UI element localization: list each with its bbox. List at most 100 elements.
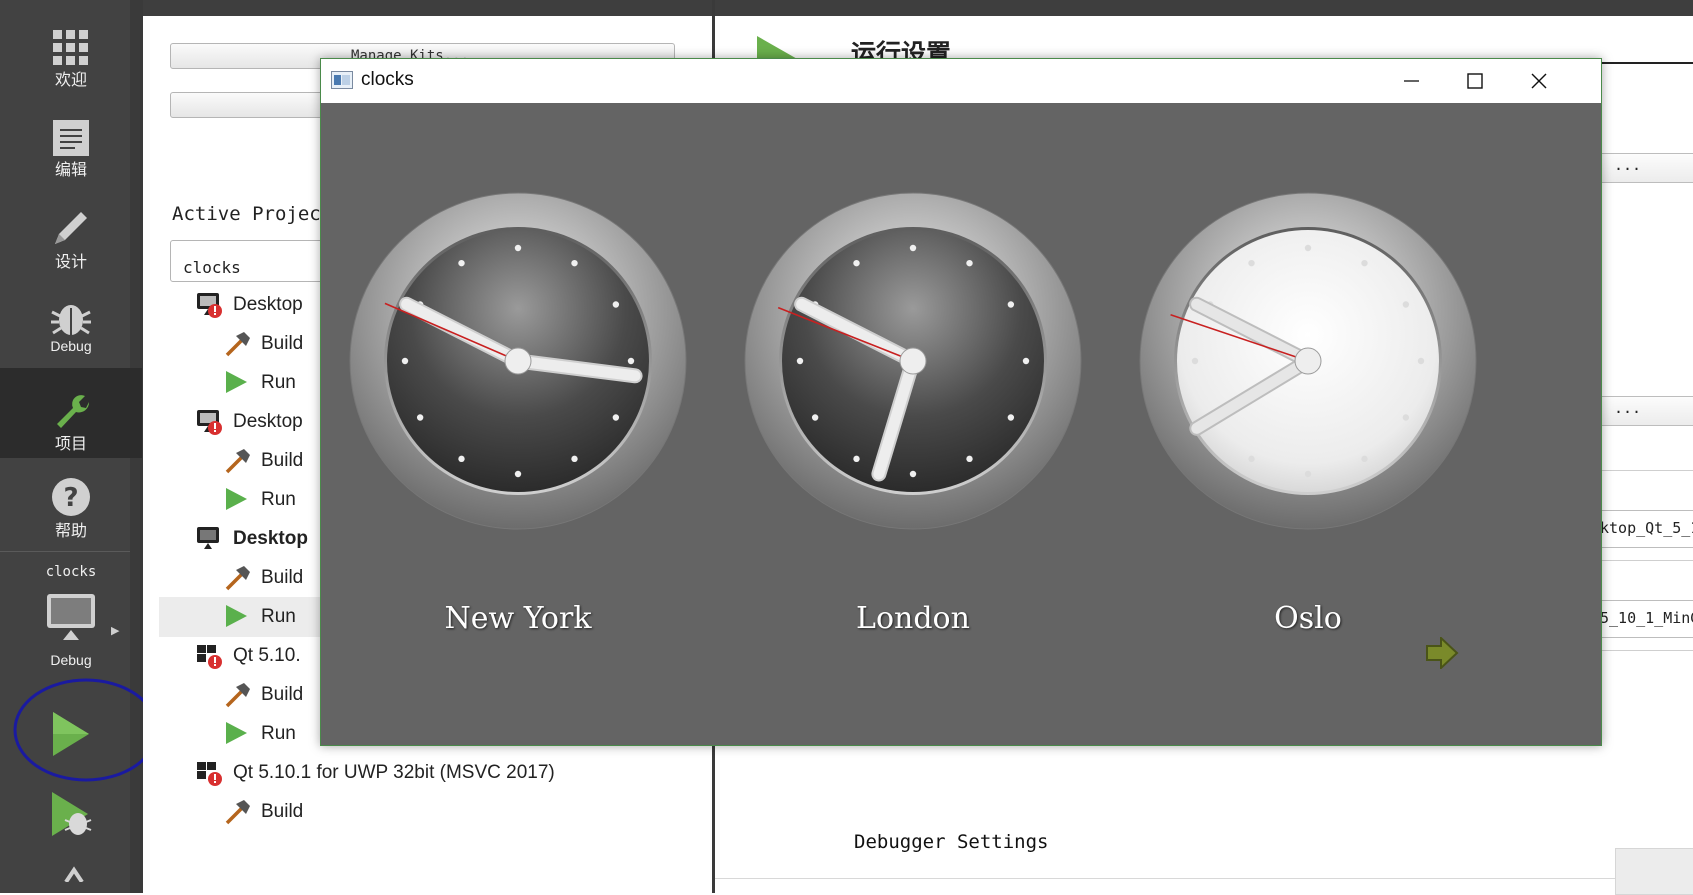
bug-icon	[51, 305, 91, 335]
active-project-value: clocks	[183, 258, 241, 277]
hammer-icon	[223, 330, 251, 364]
hammer-icon	[223, 447, 251, 481]
hour-marker	[796, 357, 804, 365]
hour-marker	[627, 357, 635, 365]
window-titlebar[interactable]: clocks	[321, 59, 1601, 103]
hour-marker	[1402, 301, 1410, 308]
hour-marker	[1022, 357, 1030, 365]
debugger-settings-heading: Debugger Settings	[854, 831, 1049, 853]
city-label: Oslo	[1274, 601, 1342, 636]
windows-error-icon	[195, 759, 223, 793]
mode-label: 帮助	[54, 521, 87, 540]
clocks-window: clocks New York London Oslo	[320, 58, 1602, 746]
more-icon[interactable]	[60, 862, 90, 884]
build-dir-field[interactable]: ktop_Qt_5_1	[1595, 510, 1693, 548]
hour-marker	[811, 414, 819, 421]
debug-run-button[interactable]	[0, 790, 142, 846]
run-icon	[223, 720, 249, 752]
mode-projects[interactable]: 项目	[0, 368, 142, 458]
kit-expand-icon: ▶	[111, 624, 120, 637]
tree-item-label: Build	[261, 567, 304, 588]
hour-marker	[966, 455, 973, 463]
hammer-icon	[223, 681, 251, 715]
working-dir-value: 5_10_1_MinG	[1600, 609, 1693, 627]
debug-run-icon	[52, 792, 92, 836]
field-separator	[1595, 560, 1693, 561]
hour-marker	[1361, 259, 1368, 267]
svg-text:?: ?	[63, 483, 78, 513]
hour-marker	[1248, 455, 1255, 463]
build-dir-value: ktop_Qt_5_1	[1600, 519, 1693, 537]
hour-marker	[1402, 414, 1410, 421]
clock-center-cap	[899, 347, 927, 375]
monitor-icon	[195, 525, 221, 557]
clock-center-cap	[1294, 347, 1322, 375]
arrow-right-icon	[1426, 637, 1459, 669]
corner-widget	[1615, 848, 1693, 895]
mode-bar: 欢迎 编辑 设计 Debug 项目 ? 帮助 clocks ▶ Debug	[0, 0, 159, 893]
mode-edit[interactable]: 编辑	[0, 120, 142, 190]
hour-marker	[909, 470, 917, 478]
browse-button[interactable]: ...	[1595, 396, 1693, 426]
hour-marker	[1417, 357, 1425, 365]
mode-label: Debug	[50, 338, 92, 354]
hour-marker	[966, 259, 973, 267]
monitor-icon	[47, 594, 95, 640]
hour-marker	[571, 455, 578, 463]
mode-welcome[interactable]: 欢迎	[0, 30, 142, 100]
hour-marker	[612, 301, 620, 308]
document-icon	[53, 120, 89, 156]
tree-item-label: Build	[261, 333, 304, 354]
app-icon	[331, 71, 353, 89]
run-icon	[223, 603, 249, 635]
hammer-icon	[223, 564, 251, 598]
hour-marker	[514, 244, 522, 252]
hour-marker	[909, 244, 917, 252]
kit-selector[interactable]: clocks ▶ Debug	[0, 564, 142, 684]
mode-debug[interactable]: Debug	[0, 298, 142, 370]
kit-project-name: clocks	[45, 564, 97, 580]
clock	[1139, 192, 1477, 530]
working-dir-field[interactable]: 5_10_1_MinG	[1595, 600, 1693, 638]
field-separator	[1595, 470, 1693, 471]
minimize-icon	[1404, 80, 1419, 82]
grid-icon	[53, 30, 88, 65]
browse-button[interactable]: ...	[1595, 153, 1693, 183]
mode-label: 编辑	[54, 160, 87, 179]
hour-marker	[1191, 357, 1199, 365]
maximize-button[interactable]	[1443, 59, 1507, 103]
hour-marker	[1304, 244, 1312, 252]
tree-item-label: Desktop	[233, 294, 303, 315]
window-title: clocks	[361, 69, 414, 90]
tree-item-label: Qt 5.10.1 for UWP 32bit (MSVC 2017)	[233, 762, 555, 783]
kit-error-icon	[195, 291, 223, 325]
hour-marker	[401, 357, 409, 365]
tree-build-item[interactable]: Build	[159, 792, 619, 832]
minimize-button[interactable]	[1379, 59, 1443, 103]
mode-help[interactable]: ? 帮助	[0, 477, 142, 547]
panel-top-bar	[143, 0, 713, 16]
pencil-icon	[55, 212, 87, 244]
next-button[interactable]	[1425, 637, 1459, 669]
hour-marker	[1007, 414, 1015, 421]
hour-marker	[458, 455, 465, 463]
tree-item-label: Build	[261, 684, 304, 705]
tree-item-label: Run	[261, 372, 296, 393]
close-button[interactable]	[1507, 59, 1571, 103]
hour-marker	[514, 470, 522, 478]
hour-marker	[571, 259, 578, 267]
hour-marker	[1007, 301, 1015, 308]
hour-marker	[1304, 470, 1312, 478]
tree-kit-item[interactable]: Qt 5.10.1 for UWP 32bit (MSVC 2017)	[159, 753, 619, 793]
tree-item-label: Run	[261, 723, 296, 744]
mode-design[interactable]: 设计	[0, 208, 142, 282]
tree-item-label: Run	[261, 489, 296, 510]
browse-button-label: ...	[1614, 399, 1642, 417]
close-icon	[1531, 73, 1547, 89]
tree-item-label: Qt 5.10.	[233, 645, 301, 666]
clock	[349, 192, 687, 530]
hour-marker	[612, 414, 620, 421]
run-icon	[223, 486, 249, 518]
windows-error-icon	[195, 642, 223, 676]
clock	[744, 192, 1082, 530]
